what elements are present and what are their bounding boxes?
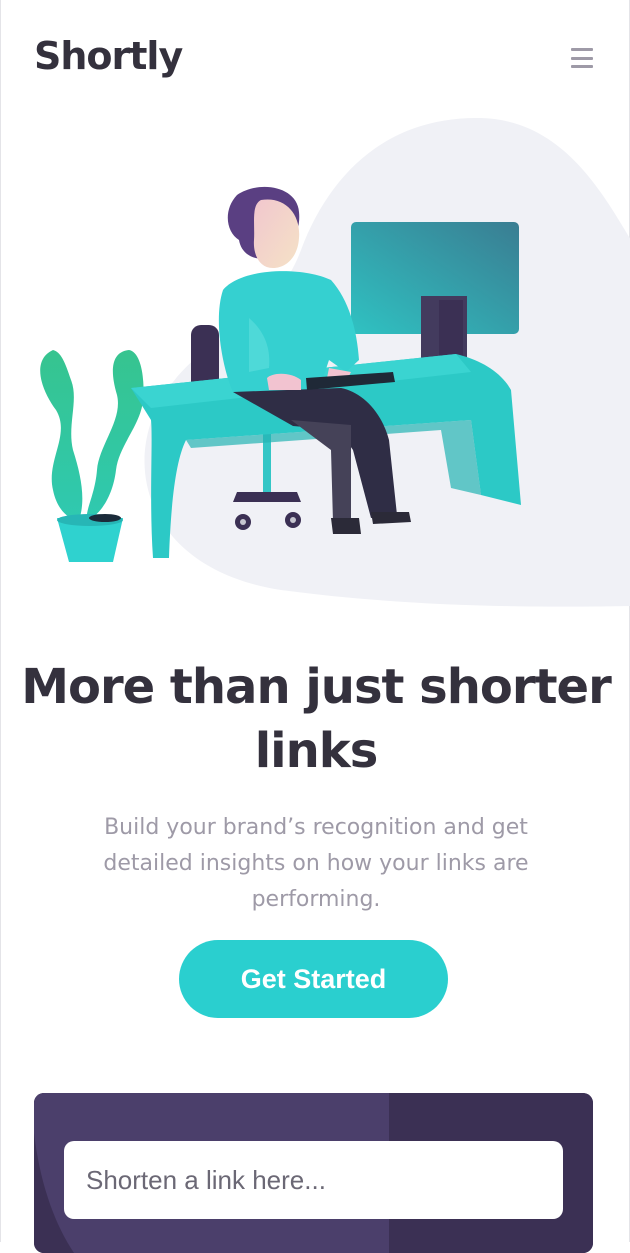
shorten-link-panel (34, 1093, 593, 1253)
plant (40, 350, 144, 562)
hero-headline: More than just shorter links (21, 659, 611, 779)
hamburger-menu-icon[interactable] (571, 48, 593, 68)
shorten-link-input[interactable] (64, 1141, 563, 1219)
get-started-button[interactable]: Get Started (179, 940, 448, 1018)
hero-illustration (40, 117, 630, 607)
site-header: Shortly (1, 0, 629, 120)
hero-subtext: Build your brand’s recognition and get d… (103, 815, 529, 912)
logo[interactable]: Shortly (34, 34, 183, 78)
